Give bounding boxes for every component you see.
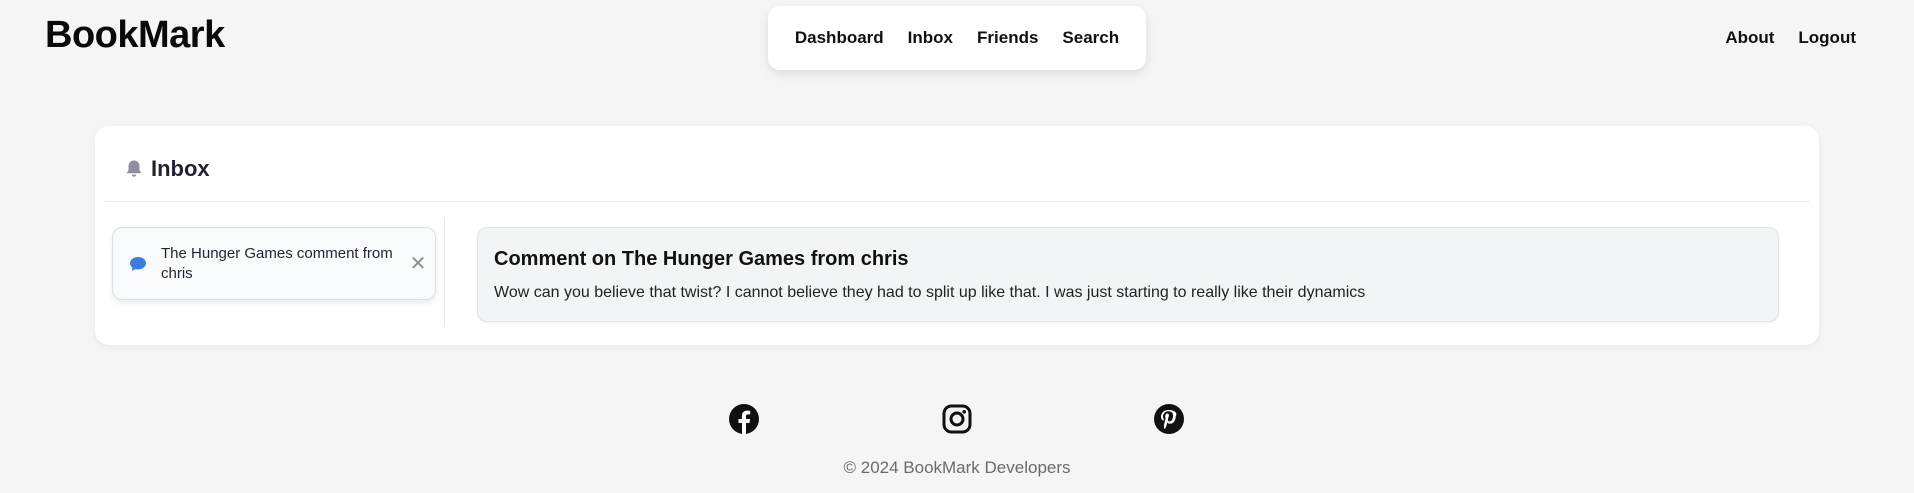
close-icon[interactable]: ✕ xyxy=(408,254,428,274)
inbox-title: Inbox xyxy=(151,156,210,181)
inbox-header: Inbox xyxy=(125,156,210,182)
nav-search[interactable]: Search xyxy=(1062,28,1119,48)
brand-logo[interactable]: BookMark xyxy=(45,14,225,57)
notification-text: The Hunger Games comment from chris xyxy=(161,245,393,282)
nav-inbox[interactable]: Inbox xyxy=(908,28,953,48)
facebook-icon[interactable] xyxy=(728,403,760,435)
nav-friends[interactable]: Friends xyxy=(977,28,1038,48)
account-nav: About Logout xyxy=(1725,28,1856,48)
nav-logout[interactable]: Logout xyxy=(1798,28,1856,48)
chat-bubble-icon xyxy=(130,257,146,271)
pinterest-icon[interactable] xyxy=(1153,403,1185,435)
inbox-card: Inbox The Hunger Games comment from chri… xyxy=(95,126,1819,345)
notification-item[interactable]: The Hunger Games comment from chris ✕ xyxy=(112,227,436,300)
copyright-text: © 2024 BookMark Developers xyxy=(843,458,1071,477)
message-body: Wow can you believe that twist? I cannot… xyxy=(494,284,1366,301)
instagram-icon[interactable] xyxy=(941,403,973,435)
main-nav: Dashboard Inbox Friends Search xyxy=(768,6,1146,70)
message-title: Comment on The Hunger Games from chris xyxy=(494,248,909,270)
nav-dashboard[interactable]: Dashboard xyxy=(795,28,884,48)
header-divider xyxy=(105,201,1809,202)
message-detail: Comment on The Hunger Games from chris W… xyxy=(477,227,1779,322)
list-divider xyxy=(444,219,445,325)
bell-icon xyxy=(126,160,142,177)
nav-about[interactable]: About xyxy=(1725,28,1774,48)
